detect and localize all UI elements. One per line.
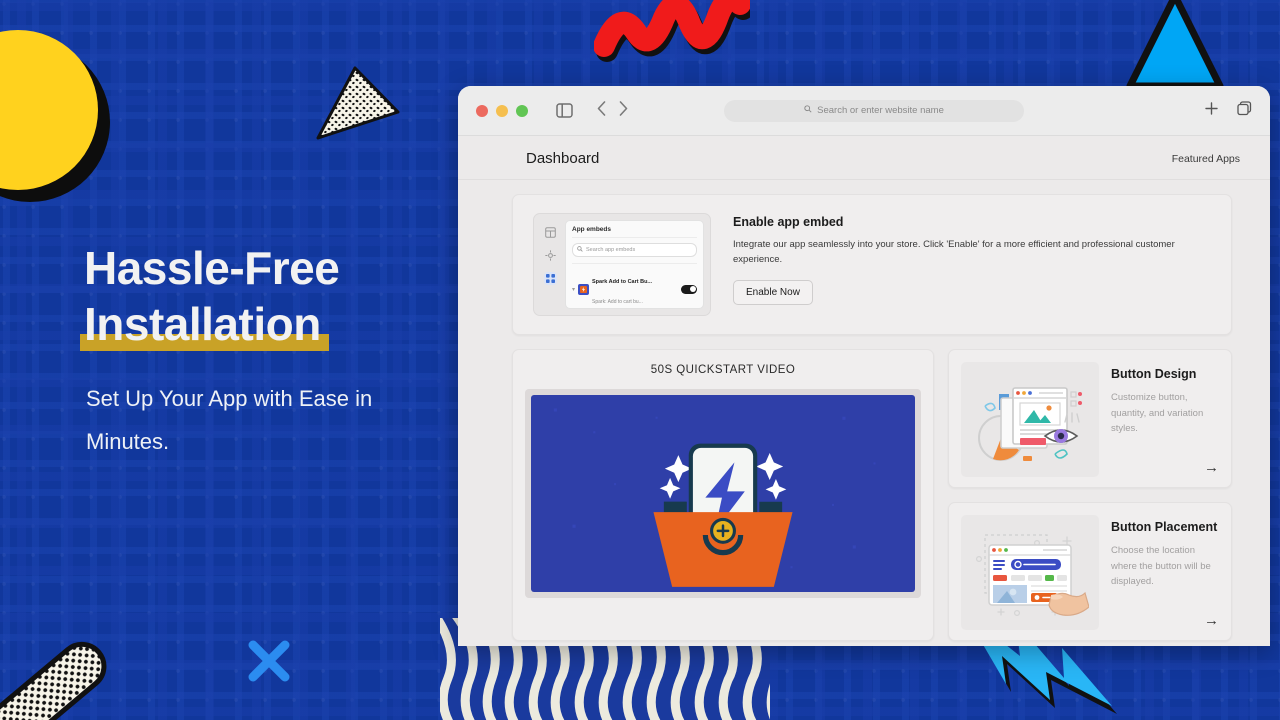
feature-card-button-placement[interactable]: Button Placement Choose the location whe… <box>948 502 1232 641</box>
button-placement-description: Choose the location where the button wil… <box>1111 544 1211 588</box>
feature-card-button-design[interactable]: Button Design Customize button, quantity… <box>948 349 1232 488</box>
zoom-window-button[interactable] <box>516 104 528 117</box>
app-topbar: Dashboard Featured Apps <box>458 136 1270 180</box>
sidebar-icon[interactable] <box>556 103 573 118</box>
button-design-arrow-icon[interactable]: → <box>1204 460 1219 475</box>
address-bar[interactable]: Search or enter website name <box>724 99 1024 122</box>
enable-embed-body: Enable app embed Integrate our app seaml… <box>733 213 1211 316</box>
enable-embed-description: Integrate our app seamlessly into your s… <box>733 239 1175 265</box>
address-bar-placeholder: Search or enter website name <box>817 105 944 116</box>
forward-chevron-icon[interactable] <box>619 100 628 121</box>
plus-icon[interactable] <box>1204 101 1219 121</box>
speckled-triangle-decoration <box>316 66 400 140</box>
preview-search-field[interactable]: Search app embeds <box>572 243 697 257</box>
browser-chrome: Search or enter website name <box>458 86 1270 136</box>
video-thumbnail[interactable] <box>531 395 915 592</box>
hero-subtitle: Set Up Your App with Ease in Minutes. <box>86 386 373 455</box>
preview-search-placeholder: Search app embeds <box>586 247 636 253</box>
cyan-triangle-decoration <box>1126 0 1224 90</box>
hero-title-line2: Installation <box>84 298 321 351</box>
video-frame[interactable] <box>525 389 921 598</box>
app-content: Dashboard Featured Apps App embeds Searc… <box>458 136 1270 646</box>
hero-title: Hassle-Free Installation <box>80 240 444 352</box>
button-design-title: Button Design <box>1111 367 1197 381</box>
slide-canvas: Hassle-Free Installation Set Up Your App… <box>0 0 1280 720</box>
browser-nav-buttons[interactable] <box>597 100 628 121</box>
hero-title-line2-highlight: Installation <box>80 296 329 352</box>
preview-panel: App embeds Search app embeds ▾ Spark Add… <box>565 220 704 309</box>
browser-chrome-actions[interactable] <box>1204 100 1252 121</box>
button-placement-illustration <box>961 515 1099 630</box>
feature-cards-column: Button Design Customize button, quantity… <box>948 349 1232 641</box>
red-squiggle-decoration <box>594 0 750 62</box>
app-inner: App embeds Search app embeds ▾ Spark Add… <box>458 180 1270 641</box>
tab-overview-icon[interactable] <box>1237 100 1252 121</box>
window-traffic-lights[interactable] <box>476 104 528 117</box>
button-design-body: Button Design Customize button, quantity… <box>1111 362 1219 475</box>
button-placement-body: Button Placement Choose the location whe… <box>1111 515 1219 628</box>
button-design-description: Customize button, quantity, and variatio… <box>1111 391 1204 435</box>
button-placement-arrow-icon[interactable]: → <box>1204 613 1219 628</box>
layout-icon <box>544 226 557 239</box>
app-embed-preview: App embeds Search app embeds ▾ Spark Add… <box>533 213 711 316</box>
browser-window: Search or enter website name Dashboard F… <box>458 86 1270 646</box>
blue-x-decoration <box>248 640 290 682</box>
dashboard-grid: 50S QUICKSTART VIDEO Button Design Custo… <box>512 349 1232 641</box>
preview-sidebar-rail <box>540 220 560 309</box>
hero-title-line1: Hassle-Free <box>84 242 340 294</box>
quickstart-video-card: 50S QUICKSTART VIDEO <box>512 349 934 641</box>
enable-embed-heading: Enable app embed <box>733 215 844 229</box>
dotted-capsule-decoration <box>0 641 107 720</box>
button-design-illustration <box>961 362 1099 477</box>
featured-apps-label: Featured Apps <box>1171 152 1240 165</box>
hero-copy: Hassle-Free Installation Set Up Your App… <box>80 240 444 464</box>
back-chevron-icon[interactable] <box>597 100 606 121</box>
button-placement-title: Button Placement <box>1111 520 1218 534</box>
preview-embed-title: Spark Add to Cart Bu... <box>592 279 653 285</box>
app-embeds-icon[interactable] <box>543 272 557 285</box>
preview-embed-toggle[interactable] <box>681 284 697 294</box>
minimize-window-button[interactable] <box>496 104 508 117</box>
search-icon <box>804 105 812 116</box>
gear-icon <box>544 249 557 262</box>
page-title: Dashboard <box>526 150 600 167</box>
preview-embed-row: ▾ Spark Add to Cart Bu... Spark: Add to … <box>572 263 697 309</box>
app-logo-icon <box>578 283 590 295</box>
close-window-button[interactable] <box>476 104 488 117</box>
search-icon <box>577 246 583 254</box>
preview-embed-subtitle: Spark: Add to cart bu... <box>592 299 643 305</box>
enable-app-embed-card: App embeds Search app embeds ▾ Spark Add… <box>512 194 1232 335</box>
preview-embed-text: Spark Add to Cart Bu... Spark: Add to ca… <box>592 269 678 309</box>
chevron-down-icon[interactable]: ▾ <box>572 286 575 293</box>
enable-now-button[interactable]: Enable Now <box>733 280 813 306</box>
quickstart-video-title: 50S QUICKSTART VIDEO <box>650 364 796 376</box>
preview-panel-title: App embeds <box>572 226 697 238</box>
